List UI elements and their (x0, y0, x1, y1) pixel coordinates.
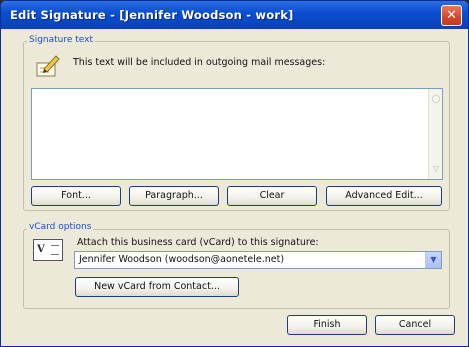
cancel-button[interactable]: Cancel (375, 315, 455, 335)
signature-text-legend: Signature text (27, 35, 96, 45)
signature-scrollbar[interactable]: ◯ ▽ (428, 89, 442, 179)
font-button[interactable]: Font... (31, 186, 121, 206)
vcard-selected-value: Jennifer Woodson (woodson@aonetele.net) (79, 254, 285, 265)
signature-hint-text: This text will be included in outgoing m… (73, 57, 326, 68)
close-button[interactable]: ✕ (441, 5, 462, 26)
vcard-icon-letter: V (37, 244, 45, 255)
edit-signature-dialog: Edit Signature - [Jennifer Woodson - wor… (0, 0, 469, 347)
finish-button[interactable]: Finish (287, 315, 367, 335)
clear-button[interactable]: Clear (227, 186, 317, 206)
vcard-lines-icon (51, 245, 59, 255)
scroll-down-icon[interactable]: ▽ (430, 163, 442, 175)
advanced-edit-button[interactable]: Advanced Edit... (326, 186, 442, 206)
attach-vcard-label: Attach this business card (vCard) to thi… (77, 237, 319, 248)
paragraph-button[interactable]: Paragraph... (129, 186, 219, 206)
scroll-up-icon[interactable]: ◯ (430, 93, 442, 105)
chevron-down-icon[interactable]: ▼ (425, 252, 441, 268)
signature-text-area[interactable]: ◯ ▽ (31, 88, 443, 180)
vcard-select[interactable]: Jennifer Woodson (woodson@aonetele.net) … (74, 251, 442, 269)
signature-pen-icon (36, 55, 60, 77)
vcard-icon: V (33, 239, 63, 261)
window-title: Edit Signature - [Jennifer Woodson - wor… (10, 8, 294, 22)
vcard-options-legend: vCard options (27, 222, 94, 232)
title-bar[interactable]: Edit Signature - [Jennifer Woodson - wor… (1, 1, 468, 29)
new-vcard-from-contact-button[interactable]: New vCard from Contact... (75, 277, 239, 297)
